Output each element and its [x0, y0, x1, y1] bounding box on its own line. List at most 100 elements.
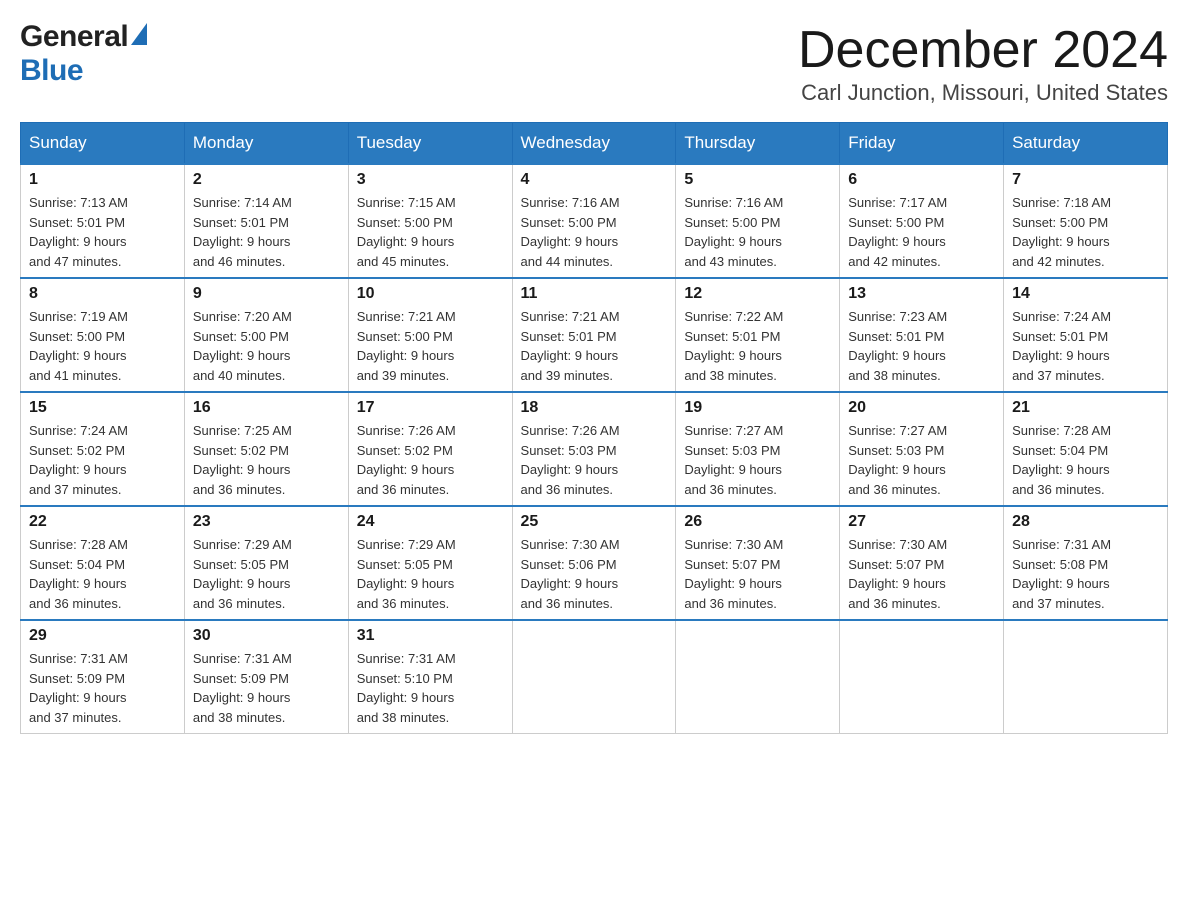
day-number: 10: [357, 285, 504, 303]
calendar-cell: 18 Sunrise: 7:26 AMSunset: 5:03 PMDayligh…: [512, 392, 676, 506]
title-section: December 2024 Carl Junction, Missouri, U…: [798, 20, 1168, 106]
day-info: Sunrise: 7:27 AMSunset: 5:03 PMDaylight:…: [848, 421, 995, 499]
day-number: 31: [357, 627, 504, 645]
day-number: 2: [193, 171, 340, 189]
day-info: Sunrise: 7:13 AMSunset: 5:01 PMDaylight:…: [29, 193, 176, 271]
day-number: 13: [848, 285, 995, 303]
day-number: 12: [684, 285, 831, 303]
calendar-week-row: 8Sunrise: 7:19 AMSunset: 5:00 PMDaylight…: [21, 278, 1168, 392]
calendar-header-row: SundayMondayTuesdayWednesdayThursdayFrid…: [21, 123, 1168, 165]
calendar-cell: 2 Sunrise: 7:14 AMSunset: 5:01 PMDaylight…: [184, 164, 348, 278]
day-info: Sunrise: 7:31 AMSunset: 5:08 PMDaylight:…: [1012, 535, 1159, 613]
day-info: Sunrise: 7:22 AMSunset: 5:01 PMDaylight:…: [684, 307, 831, 385]
day-number: 30: [193, 627, 340, 645]
day-info: Sunrise: 7:28 AMSunset: 5:04 PMDaylight:…: [1012, 421, 1159, 499]
calendar-cell: [840, 620, 1004, 734]
calendar-cell: 21 Sunrise: 7:28 AMSunset: 5:04 PMDayligh…: [1004, 392, 1168, 506]
day-info: Sunrise: 7:16 AMSunset: 5:00 PMDaylight:…: [684, 193, 831, 271]
logo-blue-text: Blue: [20, 54, 83, 87]
calendar-cell: 14Sunrise: 7:24 AMSunset: 5:01 PMDayligh…: [1004, 278, 1168, 392]
day-info: Sunrise: 7:30 AMSunset: 5:07 PMDaylight:…: [848, 535, 995, 613]
calendar-cell: [512, 620, 676, 734]
weekday-header-saturday: Saturday: [1004, 123, 1168, 165]
calendar-week-row: 15 Sunrise: 7:24 AMSunset: 5:02 PMDayligh…: [21, 392, 1168, 506]
day-number: 18: [521, 399, 668, 417]
day-number: 5: [684, 171, 831, 189]
logo: General Blue: [20, 20, 147, 88]
calendar-cell: 30Sunrise: 7:31 AMSunset: 5:09 PMDayligh…: [184, 620, 348, 734]
day-info: Sunrise: 7:25 AMSunset: 5:02 PMDaylight:…: [193, 421, 340, 499]
day-info: Sunrise: 7:24 AMSunset: 5:02 PMDaylight:…: [29, 421, 176, 499]
calendar-week-row: 29Sunrise: 7:31 AMSunset: 5:09 PMDayligh…: [21, 620, 1168, 734]
day-number: 21: [1012, 399, 1159, 417]
calendar-cell: 6 Sunrise: 7:17 AMSunset: 5:00 PMDaylight…: [840, 164, 1004, 278]
day-info: Sunrise: 7:19 AMSunset: 5:00 PMDaylight:…: [29, 307, 176, 385]
day-info: Sunrise: 7:14 AMSunset: 5:01 PMDaylight:…: [193, 193, 340, 271]
calendar-cell: 17 Sunrise: 7:26 AMSunset: 5:02 PMDayligh…: [348, 392, 512, 506]
day-info: Sunrise: 7:21 AMSunset: 5:01 PMDaylight:…: [521, 307, 668, 385]
day-info: Sunrise: 7:20 AMSunset: 5:00 PMDaylight:…: [193, 307, 340, 385]
calendar-cell: 28 Sunrise: 7:31 AMSunset: 5:08 PMDayligh…: [1004, 506, 1168, 620]
calendar-cell: 20 Sunrise: 7:27 AMSunset: 5:03 PMDayligh…: [840, 392, 1004, 506]
weekday-header-monday: Monday: [184, 123, 348, 165]
calendar-cell: 3Sunrise: 7:15 AMSunset: 5:00 PMDaylight…: [348, 164, 512, 278]
calendar-cell: 26 Sunrise: 7:30 AMSunset: 5:07 PMDayligh…: [676, 506, 840, 620]
day-number: 22: [29, 513, 176, 531]
day-info: Sunrise: 7:26 AMSunset: 5:02 PMDaylight:…: [357, 421, 504, 499]
day-info: Sunrise: 7:30 AMSunset: 5:06 PMDaylight:…: [521, 535, 668, 613]
logo-general-text: General: [20, 20, 128, 54]
day-number: 11: [521, 285, 668, 303]
day-number: 6: [848, 171, 995, 189]
calendar-week-row: 22Sunrise: 7:28 AMSunset: 5:04 PMDayligh…: [21, 506, 1168, 620]
location-title: Carl Junction, Missouri, United States: [798, 80, 1168, 106]
day-info: Sunrise: 7:29 AMSunset: 5:05 PMDaylight:…: [357, 535, 504, 613]
calendar-cell: 1Sunrise: 7:13 AMSunset: 5:01 PMDaylight…: [21, 164, 185, 278]
weekday-header-tuesday: Tuesday: [348, 123, 512, 165]
logo-triangle-icon: [131, 23, 147, 45]
day-info: Sunrise: 7:31 AMSunset: 5:09 PMDaylight:…: [29, 649, 176, 727]
day-info: Sunrise: 7:24 AMSunset: 5:01 PMDaylight:…: [1012, 307, 1159, 385]
calendar-cell: [676, 620, 840, 734]
day-number: 19: [684, 399, 831, 417]
day-number: 26: [684, 513, 831, 531]
calendar-cell: 5 Sunrise: 7:16 AMSunset: 5:00 PMDaylight…: [676, 164, 840, 278]
calendar-cell: 4Sunrise: 7:16 AMSunset: 5:00 PMDaylight…: [512, 164, 676, 278]
day-number: 15: [29, 399, 176, 417]
weekday-header-thursday: Thursday: [676, 123, 840, 165]
day-info: Sunrise: 7:26 AMSunset: 5:03 PMDaylight:…: [521, 421, 668, 499]
day-info: Sunrise: 7:27 AMSunset: 5:03 PMDaylight:…: [684, 421, 831, 499]
day-number: 20: [848, 399, 995, 417]
calendar-cell: 31Sunrise: 7:31 AMSunset: 5:10 PMDayligh…: [348, 620, 512, 734]
calendar-cell: 8Sunrise: 7:19 AMSunset: 5:00 PMDaylight…: [21, 278, 185, 392]
calendar-table: SundayMondayTuesdayWednesdayThursdayFrid…: [20, 122, 1168, 734]
day-number: 16: [193, 399, 340, 417]
calendar-cell: 10 Sunrise: 7:21 AMSunset: 5:00 PMDayligh…: [348, 278, 512, 392]
calendar-cell: 24Sunrise: 7:29 AMSunset: 5:05 PMDayligh…: [348, 506, 512, 620]
weekday-header-sunday: Sunday: [21, 123, 185, 165]
calendar-cell: 23 Sunrise: 7:29 AMSunset: 5:05 PMDayligh…: [184, 506, 348, 620]
calendar-cell: 12 Sunrise: 7:22 AMSunset: 5:01 PMDayligh…: [676, 278, 840, 392]
day-info: Sunrise: 7:15 AMSunset: 5:00 PMDaylight:…: [357, 193, 504, 271]
weekday-header-friday: Friday: [840, 123, 1004, 165]
day-number: 28: [1012, 513, 1159, 531]
day-info: Sunrise: 7:21 AMSunset: 5:00 PMDaylight:…: [357, 307, 504, 385]
calendar-cell: 16 Sunrise: 7:25 AMSunset: 5:02 PMDayligh…: [184, 392, 348, 506]
day-info: Sunrise: 7:30 AMSunset: 5:07 PMDaylight:…: [684, 535, 831, 613]
calendar-cell: 22Sunrise: 7:28 AMSunset: 5:04 PMDayligh…: [21, 506, 185, 620]
calendar-cell: [1004, 620, 1168, 734]
day-info: Sunrise: 7:16 AMSunset: 5:00 PMDaylight:…: [521, 193, 668, 271]
day-number: 7: [1012, 171, 1159, 189]
day-info: Sunrise: 7:18 AMSunset: 5:00 PMDaylight:…: [1012, 193, 1159, 271]
calendar-cell: 11 Sunrise: 7:21 AMSunset: 5:01 PMDayligh…: [512, 278, 676, 392]
calendar-cell: 15 Sunrise: 7:24 AMSunset: 5:02 PMDayligh…: [21, 392, 185, 506]
day-number: 27: [848, 513, 995, 531]
weekday-header-wednesday: Wednesday: [512, 123, 676, 165]
calendar-cell: 25Sunrise: 7:30 AMSunset: 5:06 PMDayligh…: [512, 506, 676, 620]
day-number: 17: [357, 399, 504, 417]
calendar-cell: 9Sunrise: 7:20 AMSunset: 5:00 PMDaylight…: [184, 278, 348, 392]
day-number: 23: [193, 513, 340, 531]
calendar-cell: 13Sunrise: 7:23 AMSunset: 5:01 PMDayligh…: [840, 278, 1004, 392]
day-info: Sunrise: 7:17 AMSunset: 5:00 PMDaylight:…: [848, 193, 995, 271]
calendar-cell: 7 Sunrise: 7:18 AMSunset: 5:00 PMDaylight…: [1004, 164, 1168, 278]
day-info: Sunrise: 7:29 AMSunset: 5:05 PMDaylight:…: [193, 535, 340, 613]
